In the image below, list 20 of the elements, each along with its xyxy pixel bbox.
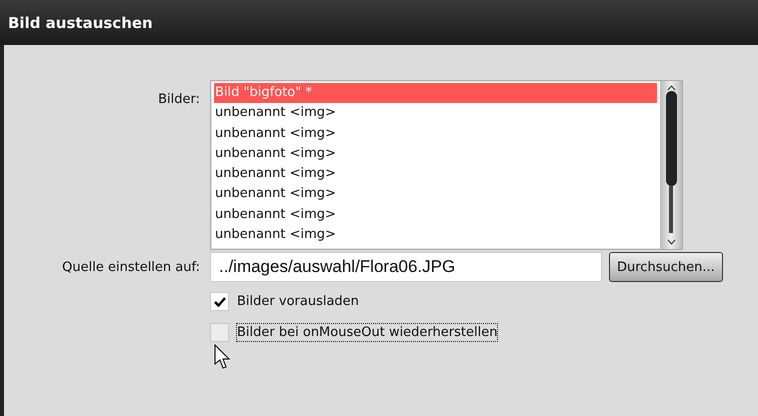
checkbox[interactable]: [210, 292, 229, 311]
list-item[interactable]: unbenannt <img>: [214, 204, 657, 226]
list-item[interactable]: unbenannt <img>: [214, 225, 657, 246]
list-item[interactable]: unbenannt <img>: [214, 124, 657, 144]
images-label: Bilder:: [158, 92, 200, 109]
checkbox[interactable]: [210, 323, 229, 342]
checkbox-label[interactable]: Bilder bei onMouseOut wiederherstellen: [236, 323, 498, 342]
cursor-icon: [214, 344, 232, 370]
list-item[interactable]: unbenannt <img>: [214, 144, 657, 164]
source-field[interactable]: ../images/auswahl/Flora06.JPG: [210, 252, 602, 282]
images-listbox[interactable]: Bild "bigfoto" * unbenannt <img> unbenannt <img> unbenannt <img> unbenannt <img> unbenannt <img> unbenannt <img> unbenannt <img>: [210, 80, 683, 250]
list-item[interactable]: unbenannt <img>: [214, 103, 657, 124]
window-title: Bild austauschen: [8, 14, 153, 32]
check-icon: [214, 296, 226, 306]
checkbox-label[interactable]: Bilder vorausladen: [236, 292, 360, 311]
scrollbar[interactable]: [660, 81, 682, 249]
list-item[interactable]: unbenannt <img>: [214, 164, 657, 184]
source-label: Quelle einstellen auf:: [62, 260, 200, 274]
browse-button[interactable]: Durchsuchen...: [609, 252, 723, 282]
list-item[interactable]: unbenannt <img>: [214, 184, 657, 205]
